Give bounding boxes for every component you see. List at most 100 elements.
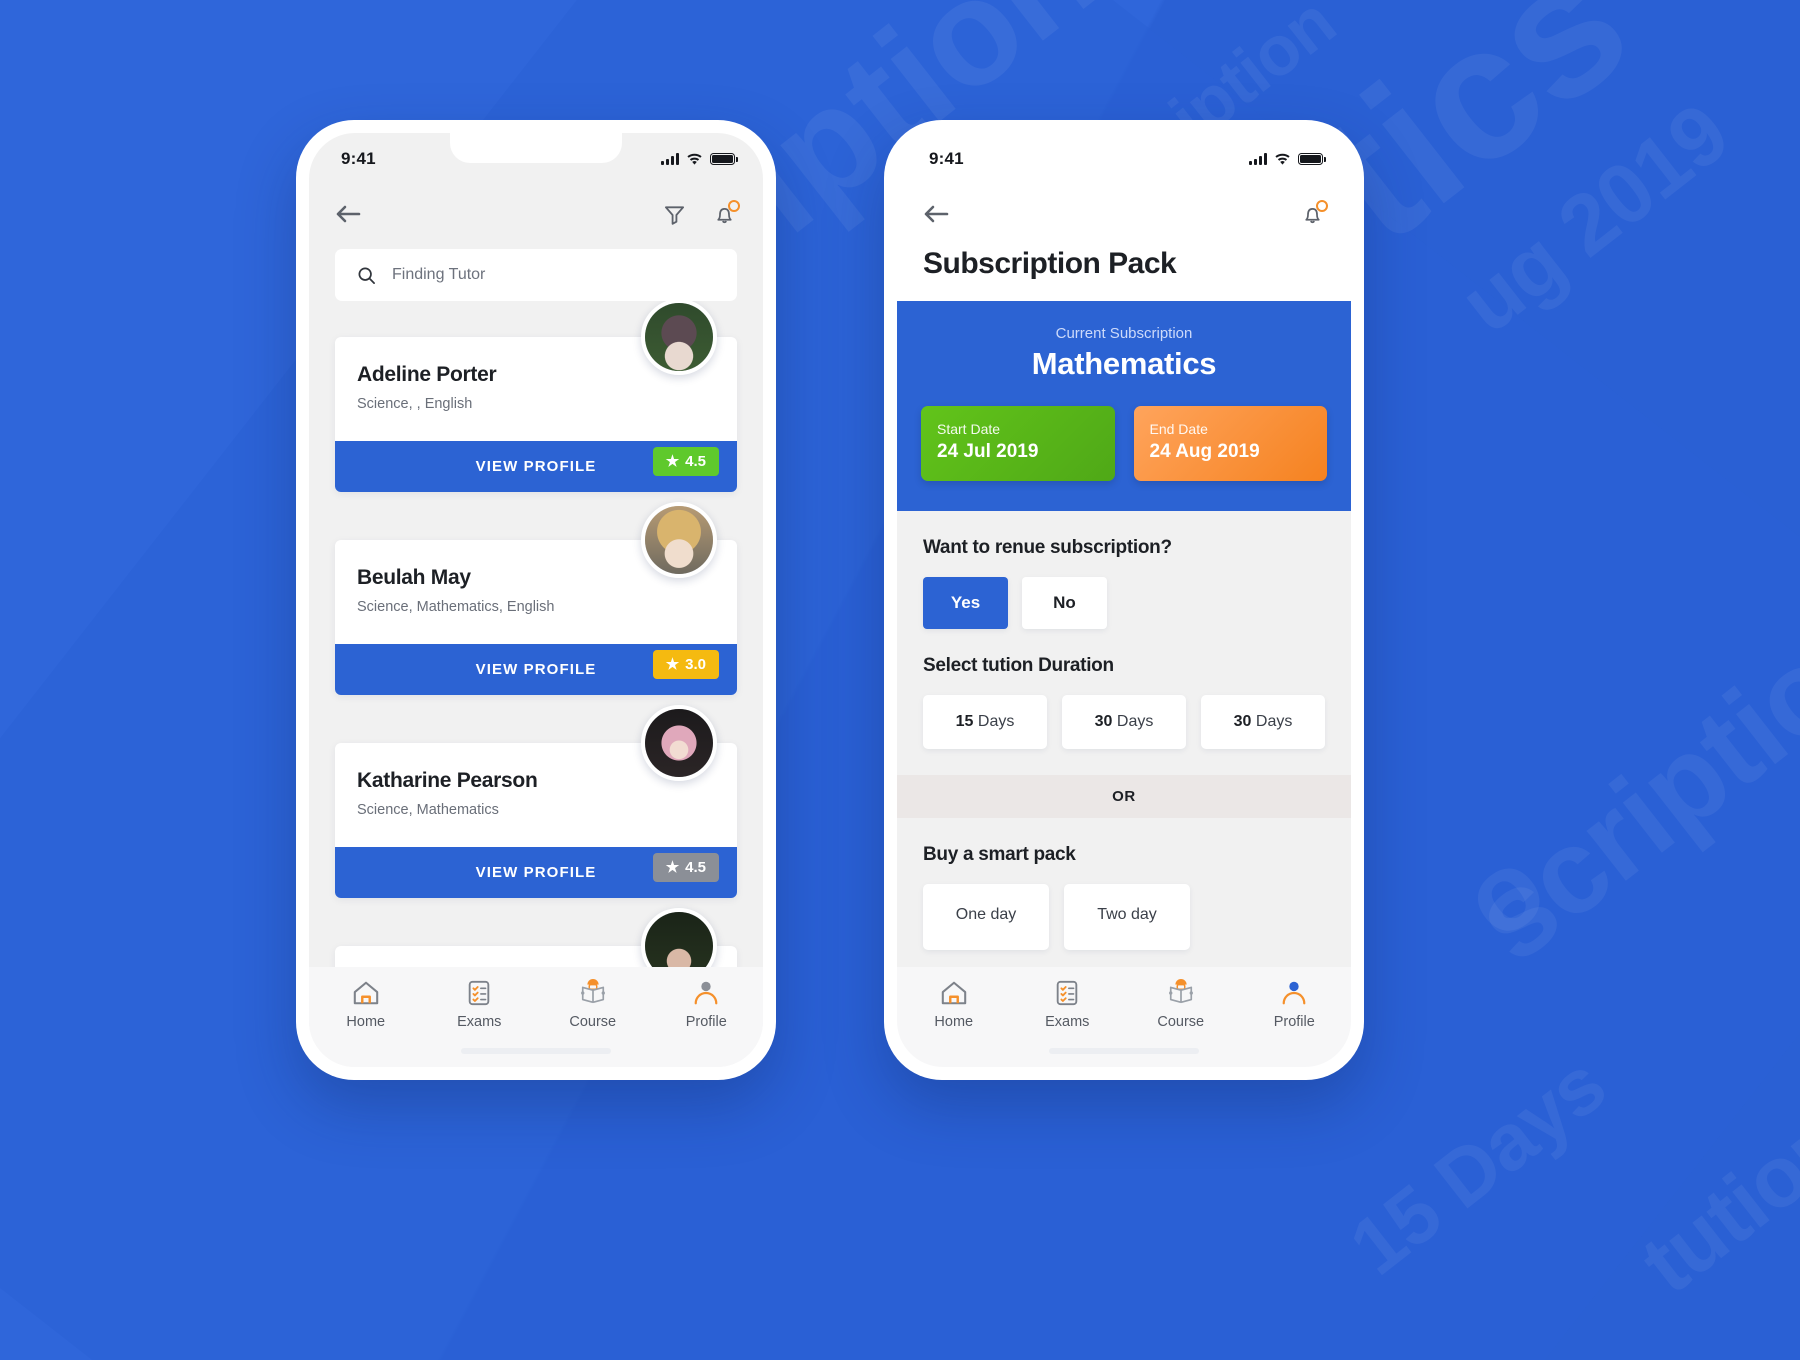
screen-subscription-pack: 9:41 Subscription Pack Current Subscript… xyxy=(897,133,1351,1067)
end-date-value: 24 Aug 2019 xyxy=(1149,441,1260,462)
nav-label: Exams xyxy=(457,1014,502,1030)
renew-yes-button[interactable]: Yes xyxy=(923,577,1008,629)
subscription-eyebrow: Current Subscription xyxy=(1055,325,1193,342)
duration-number: 30 xyxy=(1094,713,1113,730)
nav-item-profile[interactable]: Profile xyxy=(663,979,749,1030)
wifi-icon xyxy=(687,153,702,165)
bottom-navigation: Home Exams Course Profile xyxy=(309,967,763,1067)
nav-item-course[interactable]: Course xyxy=(550,979,636,1030)
phone-mockup-tutor-list: 9:41 Finding Tutor Adeline Porter Scienc… xyxy=(296,120,776,1080)
duration-option[interactable]: 30 Days xyxy=(1201,695,1325,749)
nav-label: Profile xyxy=(1273,1014,1315,1030)
status-clock: 9:41 xyxy=(341,149,376,168)
subscription-content[interactable]: Current Subscription Mathematics Start D… xyxy=(897,301,1351,967)
tutor-card[interactable]: Beulah May Science, Mathematics, English… xyxy=(335,502,737,695)
nav-label: Home xyxy=(934,1014,974,1030)
start-date-box: Start Date 24 Jul 2019 xyxy=(921,406,1115,481)
renew-question: Want to renue subscription? xyxy=(923,537,1172,558)
status-clock: 9:41 xyxy=(929,149,964,168)
nav-item-exams[interactable]: Exams xyxy=(436,979,522,1030)
filter-icon[interactable] xyxy=(663,203,686,226)
back-arrow-icon[interactable] xyxy=(335,204,361,224)
notification-dot-icon xyxy=(728,199,740,212)
nav-item-home[interactable]: Home xyxy=(323,979,409,1030)
renew-options: Yes No xyxy=(923,577,1325,629)
duration-unit: Days xyxy=(977,713,1015,730)
rating-badge: ★ 3.0 xyxy=(652,650,719,679)
duration-heading: Select tution Duration xyxy=(923,655,1114,676)
subscription-name: Mathematics xyxy=(1031,346,1217,381)
search-icon xyxy=(358,267,375,284)
bottom-navigation: Home Exams Course Profile xyxy=(897,967,1351,1067)
tutor-subjects: Science, , English xyxy=(357,396,473,412)
tutor-avatar xyxy=(641,705,717,781)
notification-bell-icon[interactable] xyxy=(1300,199,1328,227)
tutor-avatar xyxy=(641,301,717,375)
notification-dot-icon xyxy=(1316,199,1328,212)
duration-option[interactable]: 15 Days xyxy=(923,695,1047,749)
smart-pack-heading: Buy a smart pack xyxy=(923,844,1076,865)
star-icon: ★ xyxy=(665,656,680,673)
duration-number: 15 xyxy=(955,713,974,730)
home-indicator xyxy=(461,1048,611,1054)
tutor-card[interactable]: Adeline Porter Science, , English ★ 4.5 … xyxy=(335,301,737,492)
screenshot-canvas: iption P iption tics ug 2019 scription? … xyxy=(0,0,1800,1360)
nav-label: Profile xyxy=(685,1014,727,1030)
subscription-dates: Start Date 24 Jul 2019 End Date 24 Aug 2… xyxy=(921,406,1327,481)
smart-pack-section: Buy a smart pack One day Two day xyxy=(897,818,1351,950)
rating-badge: ★ 4.5 xyxy=(652,853,719,882)
tutor-avatar xyxy=(641,908,717,967)
phone-notch xyxy=(450,133,622,163)
nav-label: Course xyxy=(569,1014,617,1030)
smart-pack-option[interactable]: Two day xyxy=(1064,884,1190,950)
clipboard-checklist-icon xyxy=(1056,980,1078,1006)
page-title: Subscription Pack xyxy=(923,247,1177,280)
duration-options: 15 Days 30 Days 30 Days xyxy=(923,695,1325,749)
duration-unit: Days xyxy=(1116,713,1154,730)
clipboard-checklist-icon xyxy=(468,980,490,1006)
search-placeholder: Finding Tutor xyxy=(392,266,486,283)
nav-label: Course xyxy=(1157,1014,1205,1030)
star-icon: ★ xyxy=(665,859,680,876)
battery-icon xyxy=(710,153,738,165)
home-icon xyxy=(353,981,378,1005)
renew-no-button[interactable]: No xyxy=(1022,577,1107,629)
tutor-subjects: Science, Mathematics xyxy=(357,802,499,818)
search-section: Finding Tutor xyxy=(309,243,763,301)
duration-number: 30 xyxy=(1233,713,1252,730)
home-icon xyxy=(941,981,966,1005)
duration-unit: Days xyxy=(1255,713,1293,730)
home-indicator xyxy=(1049,1048,1199,1054)
tutor-card[interactable]: Katharine Pearson Science, Mathematics ★… xyxy=(335,705,737,898)
nav-label: Exams xyxy=(1045,1014,1090,1030)
wifi-icon xyxy=(1275,153,1290,165)
star-icon: ★ xyxy=(665,453,680,470)
tutor-list[interactable]: Adeline Porter Science, , English ★ 4.5 … xyxy=(309,301,763,967)
status-icons xyxy=(661,153,738,166)
duration-option[interactable]: 30 Days xyxy=(1062,695,1186,749)
notification-bell-icon[interactable] xyxy=(712,199,740,227)
open-book-reader-icon xyxy=(1168,979,1193,1004)
profile-person-icon xyxy=(694,981,718,1005)
nav-item-exams[interactable]: Exams xyxy=(1024,979,1110,1030)
back-arrow-icon[interactable] xyxy=(923,204,949,224)
rating-badge: ★ 4.5 xyxy=(652,447,719,476)
nav-item-course[interactable]: Course xyxy=(1138,979,1224,1030)
search-input[interactable]: Finding Tutor xyxy=(335,249,737,301)
status-icons xyxy=(1249,153,1326,166)
rating-value: 4.5 xyxy=(685,453,706,470)
rating-value: 3.0 xyxy=(685,656,706,673)
rating-value: 4.5 xyxy=(685,859,706,876)
start-date-label: Start Date xyxy=(937,421,1001,437)
tutor-avatar xyxy=(641,502,717,578)
nav-item-home[interactable]: Home xyxy=(911,979,997,1030)
start-date-value: 24 Jul 2019 xyxy=(937,441,1039,462)
screen-tutor-list: 9:41 Finding Tutor Adeline Porter Scienc… xyxy=(309,133,763,1067)
smart-pack-option[interactable]: One day xyxy=(923,884,1049,950)
renew-section: Want to renue subscription? Yes No xyxy=(897,511,1351,629)
tutor-card[interactable] xyxy=(335,908,737,967)
nav-item-profile[interactable]: Profile xyxy=(1251,979,1337,1030)
cellular-signal-icon xyxy=(661,153,679,165)
phone-mockup-subscription: 9:41 Subscription Pack Current Subscript… xyxy=(884,120,1364,1080)
or-divider: OR xyxy=(897,775,1351,818)
